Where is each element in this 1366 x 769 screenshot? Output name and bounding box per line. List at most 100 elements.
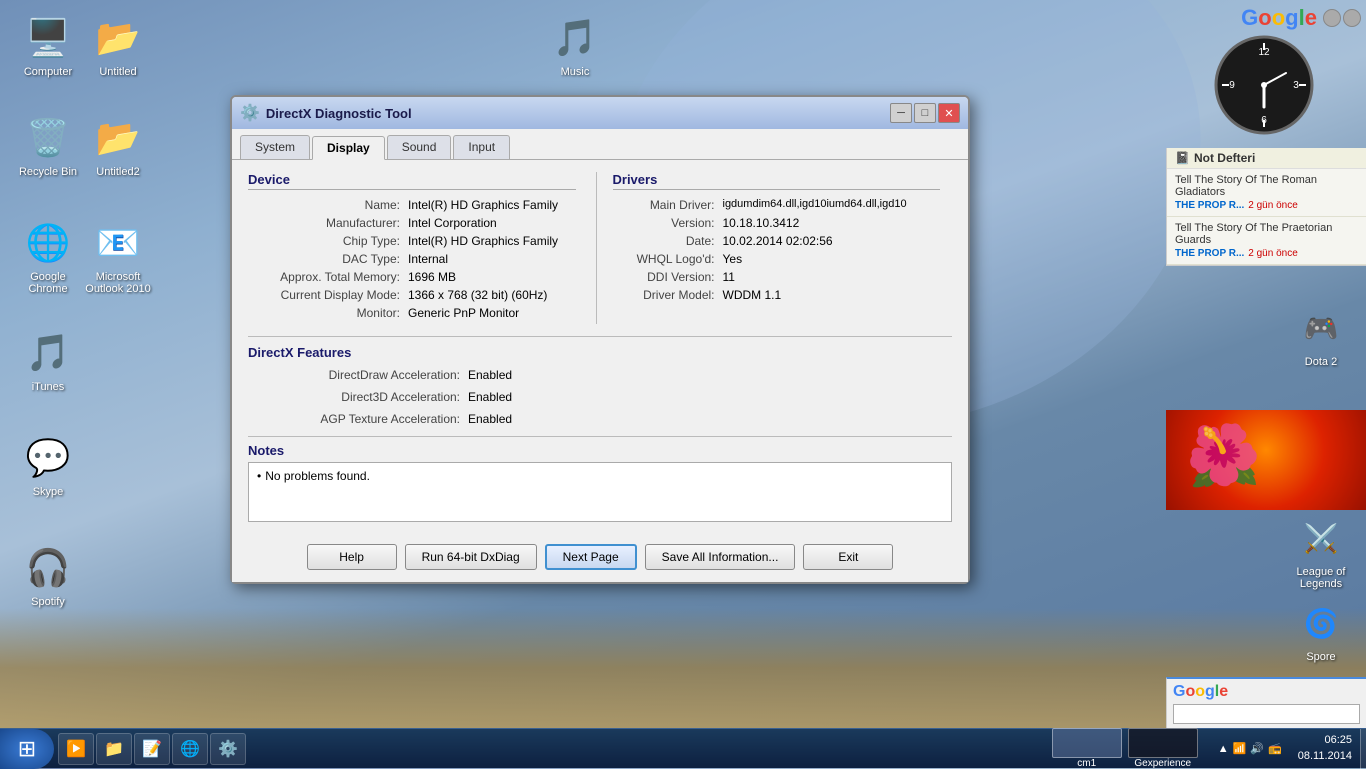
desktop-icon-league[interactable]: ⚔️ League of Legends bbox=[1281, 510, 1361, 594]
device-section: Device Name: Intel(R) HD Graphics Family… bbox=[248, 172, 588, 324]
device-monitor-row: Monitor: Generic PnP Monitor bbox=[248, 306, 576, 320]
tray-expand-icon[interactable]: ▲ bbox=[1218, 743, 1229, 755]
notes-content: No problems found. bbox=[265, 469, 370, 483]
device-manufacturer-row: Manufacturer: Intel Corporation bbox=[248, 216, 576, 230]
help-button[interactable]: Help bbox=[307, 544, 397, 570]
dx-agp-row: AGP Texture Acceleration: Enabled bbox=[248, 412, 952, 426]
show-desktop-button[interactable] bbox=[1360, 729, 1366, 769]
clock-date: 08.11.2014 bbox=[1298, 749, 1352, 764]
desktop-icon-dota2[interactable]: 🎮 Dota 2 bbox=[1281, 300, 1361, 372]
notif-item-2[interactable]: Tell The Story Of The Praetorian Guards … bbox=[1167, 217, 1366, 265]
tab-bar: System Display Sound Input bbox=[232, 129, 968, 159]
device-name-row: Name: Intel(R) HD Graphics Family bbox=[248, 198, 576, 212]
dialog-titlebar: ⚙️ DirectX Diagnostic Tool ─ □ ✕ bbox=[232, 97, 968, 129]
dialog-icon: ⚙️ bbox=[240, 103, 260, 123]
directx-dialog: ⚙️ DirectX Diagnostic Tool ─ □ ✕ System … bbox=[230, 95, 970, 584]
desktop-icon-music[interactable]: 🎵 Music bbox=[535, 10, 615, 82]
clock-widget: 12 3 6 9 bbox=[1214, 35, 1314, 140]
desktop-icon-itunes[interactable]: 🎵 iTunes bbox=[8, 325, 88, 397]
tray-network-icon[interactable]: 📶 bbox=[1233, 742, 1247, 755]
taskbar: ⊞ ▶️ 📁 📝 🌐 ⚙️ cm1 Gexperience ▲ bbox=[0, 728, 1366, 768]
taskbar-window-cm1-label: cm1 bbox=[1077, 758, 1096, 769]
dialog-controls: ─ □ ✕ bbox=[890, 103, 960, 123]
notif-time-2: 2 gün önce bbox=[1248, 248, 1298, 259]
maximize-button[interactable]: □ bbox=[914, 103, 936, 123]
desktop-icon-untitled2[interactable]: 📂 Untitled2 bbox=[78, 110, 158, 182]
svg-text:12: 12 bbox=[1258, 47, 1270, 58]
device-displaymode-row: Current Display Mode: 1366 x 768 (32 bit… bbox=[248, 288, 576, 302]
dialog-title: DirectX Diagnostic Tool bbox=[266, 106, 412, 121]
device-dactype-row: DAC Type: Internal bbox=[248, 252, 576, 266]
minimize-button[interactable]: ─ bbox=[890, 103, 912, 123]
taskbar-window-cm1[interactable]: cm1 bbox=[1052, 728, 1122, 769]
desktop-icon-outlook[interactable]: 📧 Microsoft Outlook 2010 bbox=[78, 215, 158, 299]
desktop-icon-computer[interactable]: 🖥️ Computer bbox=[8, 10, 88, 82]
google-logo-bottom: Google bbox=[1173, 683, 1360, 701]
notif-title-1: Tell The Story Of The Roman Gladiators bbox=[1175, 174, 1358, 198]
taskbar-btn-explorer[interactable]: 📁 bbox=[96, 733, 132, 765]
device-section-title: Device bbox=[248, 172, 576, 190]
dx-direct3d-row: Direct3D Acceleration: Enabled bbox=[248, 390, 952, 404]
notif-title-2: Tell The Story Of The Praetorian Guards bbox=[1175, 222, 1358, 246]
system-tray: ▲ 📶 🔊 📻 bbox=[1210, 742, 1290, 755]
dx-directdraw-row: DirectDraw Acceleration: Enabled bbox=[248, 368, 952, 382]
desktop-icon-untitled[interactable]: 📂 Untitled bbox=[78, 10, 158, 82]
save-all-button[interactable]: Save All Information... bbox=[645, 544, 796, 570]
notification-panel: 📓Not Defteri Tell The Story Of The Roman… bbox=[1166, 148, 1366, 266]
driver-whql-row: WHQL Logo'd: Yes bbox=[613, 252, 941, 266]
google-search-input[interactable] bbox=[1173, 704, 1360, 724]
drivers-section-title: Drivers bbox=[613, 172, 941, 190]
notif-item-1[interactable]: Tell The Story Of The Roman Gladiators T… bbox=[1167, 169, 1366, 217]
device-chiptype-row: Chip Type: Intel(R) HD Graphics Family bbox=[248, 234, 576, 248]
start-button[interactable]: ⊞ bbox=[0, 729, 54, 769]
svg-text:6: 6 bbox=[1261, 115, 1267, 126]
taskbar-btn-chrome-tray[interactable]: 🌐 bbox=[172, 733, 208, 765]
taskbar-items: ▶️ 📁 📝 🌐 ⚙️ cm1 Gexperience bbox=[54, 728, 1210, 769]
dx-features-section: DirectX Features DirectDraw Acceleration… bbox=[248, 336, 952, 426]
tray-speaker-icon: 📻 bbox=[1268, 742, 1282, 755]
run64-button[interactable]: Run 64-bit DxDiag bbox=[405, 544, 537, 570]
notif-source-2: THE PROP R... bbox=[1175, 248, 1244, 259]
driver-ddi-row: DDI Version: 11 bbox=[613, 270, 941, 284]
notes-title: Notes bbox=[248, 443, 952, 458]
taskbar-window-gexperience[interactable]: Gexperience bbox=[1128, 728, 1198, 769]
notes-section: Notes • No problems found. bbox=[248, 436, 952, 522]
driver-model-row: Driver Model: WDDM 1.1 bbox=[613, 288, 941, 302]
exit-button[interactable]: Exit bbox=[803, 544, 893, 570]
driver-date-row: Date: 10.02.2014 02:02:56 bbox=[613, 234, 941, 248]
tab-sound[interactable]: Sound bbox=[387, 135, 452, 159]
driver-version-row: Version: 10.18.10.3412 bbox=[613, 216, 941, 230]
notif-time-1: 2 gün önce bbox=[1248, 200, 1298, 211]
tab-system[interactable]: System bbox=[240, 135, 310, 159]
device-memory-row: Approx. Total Memory: 1696 MB bbox=[248, 270, 576, 284]
notif-header: 📓Not Defteri bbox=[1167, 148, 1366, 169]
desktop-icon-spore[interactable]: 🌀 Spore bbox=[1281, 595, 1361, 667]
desktop-icon-spotify[interactable]: 🎧 Spotify bbox=[8, 540, 88, 612]
notif-source-1: THE PROP R... bbox=[1175, 200, 1244, 211]
tab-input[interactable]: Input bbox=[453, 135, 510, 159]
dx-features-title: DirectX Features bbox=[248, 345, 952, 360]
flower-image: 🌺 bbox=[1166, 410, 1366, 510]
svg-text:9: 9 bbox=[1229, 80, 1235, 91]
google-maximize-btn[interactable] bbox=[1343, 9, 1361, 27]
google-search-bottom: Google bbox=[1166, 677, 1366, 728]
taskbar-btn-media-player[interactable]: ▶️ bbox=[58, 733, 94, 765]
notes-box: • No problems found. bbox=[248, 462, 952, 522]
google-minimize-btn[interactable] bbox=[1323, 9, 1341, 27]
driver-maindriver-row: Main Driver: igdumdim64.dll,igd10iumd64.… bbox=[613, 198, 941, 212]
next-page-button[interactable]: Next Page bbox=[545, 544, 637, 570]
dialog-buttons: Help Run 64-bit DxDiag Next Page Save Al… bbox=[232, 534, 968, 582]
svg-text:3: 3 bbox=[1293, 80, 1299, 91]
tab-display[interactable]: Display bbox=[312, 136, 385, 160]
taskbar-window-gexperience-label: Gexperience bbox=[1134, 758, 1191, 769]
taskbar-btn-directx[interactable]: ⚙️ bbox=[210, 733, 246, 765]
desktop-icon-recycle-bin[interactable]: 🗑️ Recycle Bin bbox=[8, 110, 88, 182]
desktop-icon-skype[interactable]: 💬 Skype bbox=[8, 430, 88, 502]
clock-display[interactable]: 06:25 08.11.2014 bbox=[1290, 733, 1360, 764]
tray-volume-icon[interactable]: 🔊 bbox=[1250, 742, 1264, 755]
dialog-content: Device Name: Intel(R) HD Graphics Family… bbox=[232, 159, 968, 534]
google-logo-top: Google bbox=[1176, 5, 1361, 33]
desktop-icon-chrome[interactable]: 🌐 Google Chrome bbox=[8, 215, 88, 299]
close-button[interactable]: ✕ bbox=[938, 103, 960, 123]
taskbar-btn-word[interactable]: 📝 bbox=[134, 733, 170, 765]
